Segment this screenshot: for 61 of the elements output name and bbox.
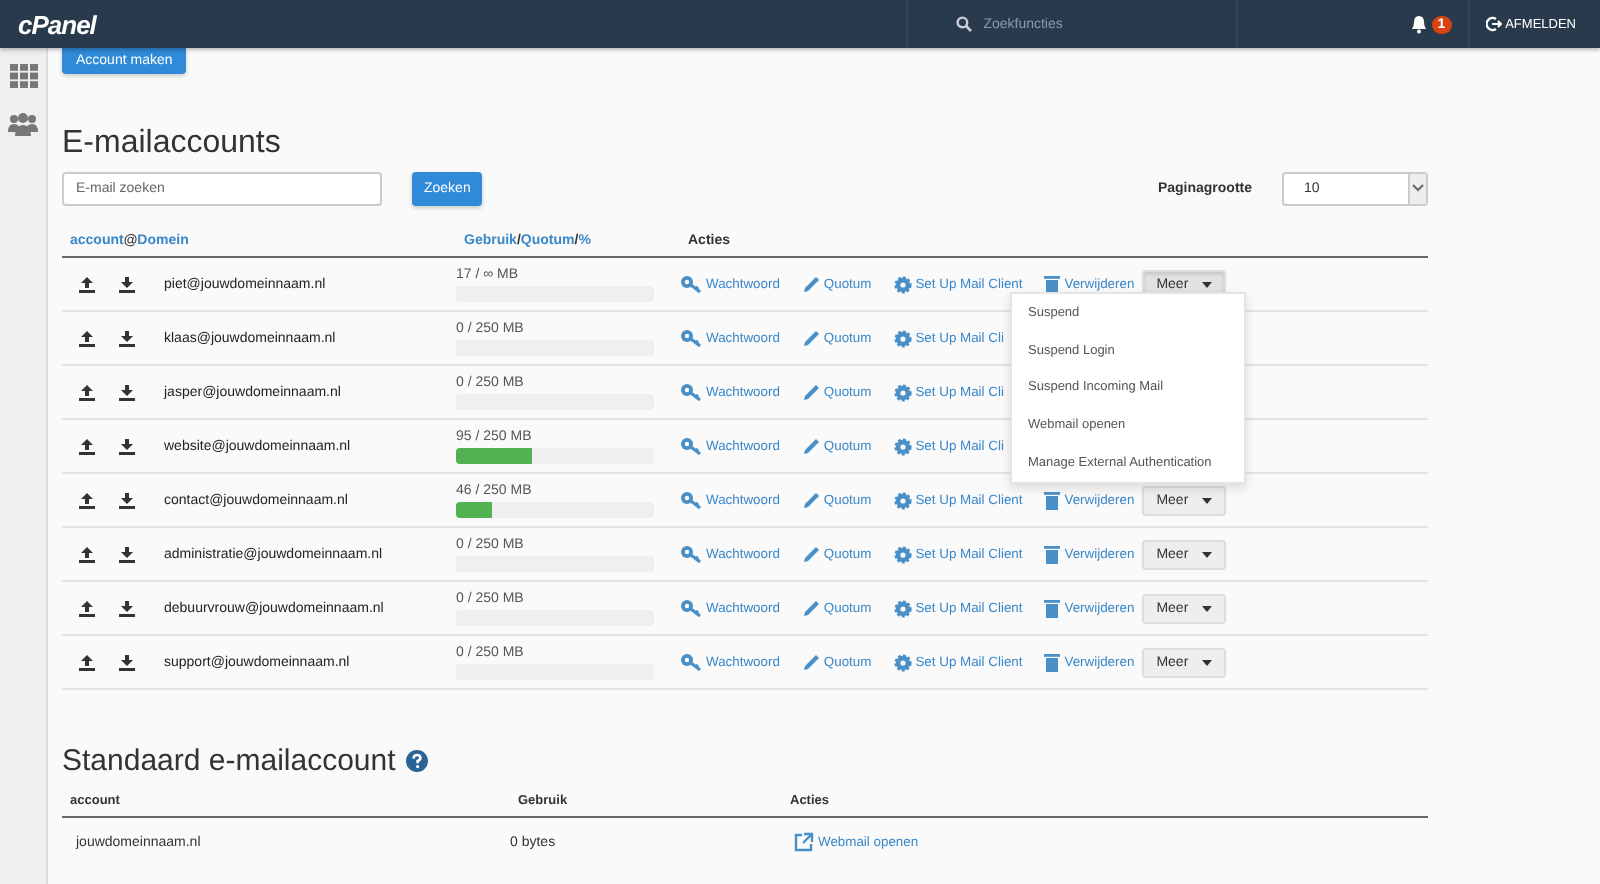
page-title: E-mailaccounts	[62, 126, 283, 162]
download-icon[interactable]	[118, 653, 136, 671]
key-icon	[680, 490, 702, 510]
key-icon	[680, 652, 702, 672]
upload-icon[interactable]	[78, 383, 96, 401]
pencil-icon	[801, 383, 820, 401]
gear-icon	[893, 437, 912, 455]
caret-icon	[1202, 281, 1213, 287]
download-icon[interactable]	[118, 491, 136, 509]
upload-icon[interactable]	[78, 275, 96, 293]
caret-icon	[1412, 184, 1424, 192]
gear-icon	[893, 545, 912, 563]
caret-icon	[1202, 659, 1213, 665]
upload-icon[interactable]	[78, 599, 96, 617]
download-icon[interactable]	[118, 545, 136, 563]
upload-icon[interactable]	[78, 491, 96, 509]
gear-icon	[893, 383, 912, 401]
gear-icon	[893, 329, 912, 347]
caret-icon	[1202, 605, 1213, 611]
caret-icon	[1202, 551, 1213, 557]
users-icon[interactable]	[8, 112, 38, 136]
upload-icon[interactable]	[78, 653, 96, 671]
trash-icon	[1044, 652, 1061, 672]
key-icon	[680, 382, 702, 402]
caret-icon	[1202, 497, 1213, 503]
logout-icon	[1485, 16, 1502, 32]
pencil-icon	[801, 329, 820, 347]
help-icon[interactable]	[405, 750, 428, 772]
download-icon[interactable]	[118, 275, 136, 293]
trash-icon	[1044, 490, 1061, 510]
bell-icon[interactable]	[1409, 14, 1428, 34]
key-icon	[680, 274, 702, 294]
download-icon[interactable]	[118, 383, 136, 401]
gear-icon	[893, 653, 912, 671]
trash-icon	[1044, 544, 1061, 564]
key-icon	[680, 544, 702, 564]
key-icon	[680, 598, 702, 618]
pencil-icon	[801, 491, 820, 509]
logo[interactable]: cPanel	[18, 9, 96, 39]
gear-icon	[893, 275, 912, 293]
pencil-icon	[801, 653, 820, 671]
pencil-icon	[801, 599, 820, 617]
grid-icon[interactable]	[9, 64, 37, 88]
pencil-icon	[801, 275, 820, 293]
search-icon	[955, 16, 972, 32]
upload-icon[interactable]	[78, 545, 96, 563]
download-icon[interactable]	[118, 437, 136, 455]
pencil-icon	[801, 437, 820, 455]
gear-icon	[893, 599, 912, 617]
pencil-icon	[801, 545, 820, 563]
upload-icon[interactable]	[78, 329, 96, 347]
download-icon[interactable]	[118, 599, 136, 617]
gear-icon	[893, 491, 912, 509]
section-title: Standaard e-mailaccount	[62, 744, 1428, 778]
external-link-icon	[794, 832, 814, 852]
key-icon	[680, 328, 702, 348]
key-icon	[680, 436, 702, 456]
upload-icon[interactable]	[78, 437, 96, 455]
trash-icon	[1044, 598, 1061, 618]
download-icon[interactable]	[118, 329, 136, 347]
trash-icon	[1044, 274, 1061, 294]
